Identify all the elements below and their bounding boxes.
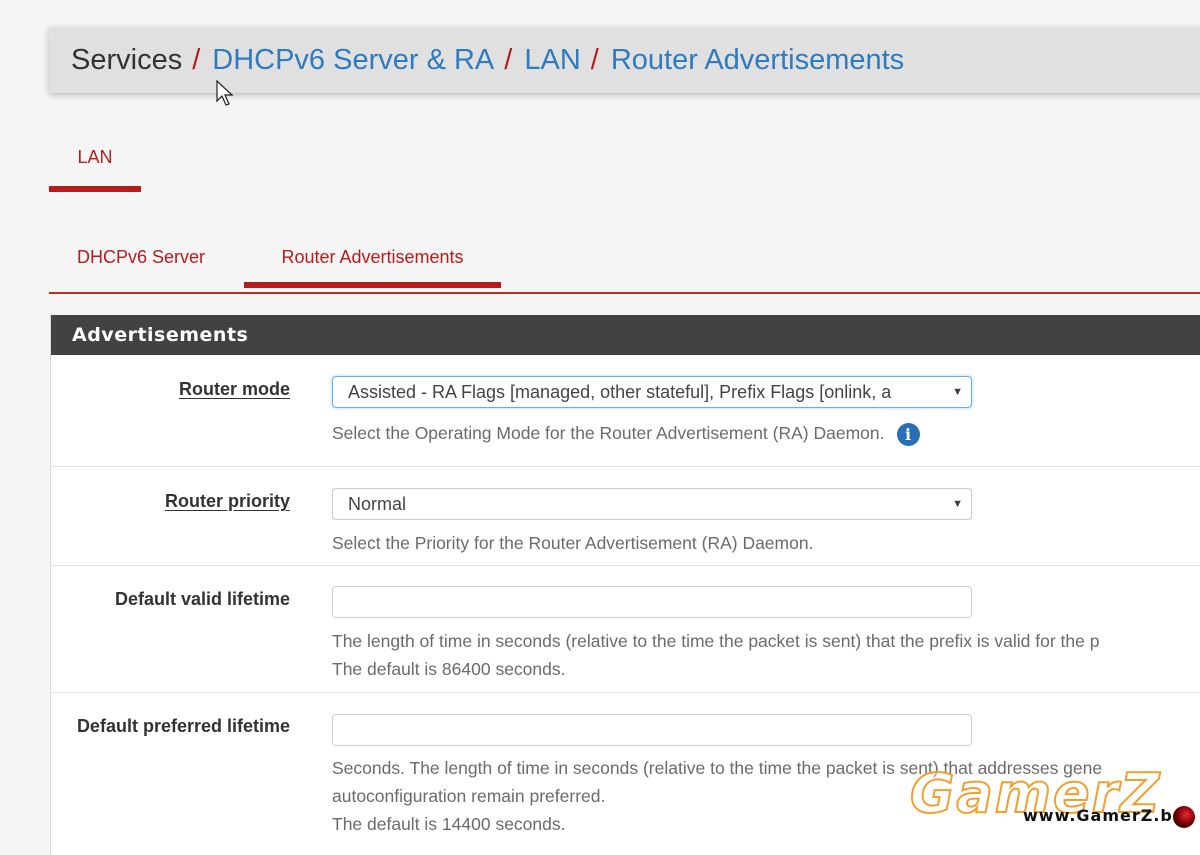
default-preferred-lifetime-label: Default preferred lifetime xyxy=(76,716,290,736)
breadcrumb-separator: / xyxy=(590,43,599,76)
default-valid-lifetime-input[interactable] xyxy=(332,586,972,618)
advertisements-panel: Advertisements Router mode Assisted - RA… xyxy=(50,315,1200,855)
panel-title: Advertisements xyxy=(51,315,1200,355)
router-mode-value: Assisted - RA Flags [managed, other stat… xyxy=(348,382,892,402)
router-priority-value: Normal xyxy=(348,494,407,514)
default-preferred-lifetime-input[interactable] xyxy=(332,714,972,746)
default-preferred-lifetime-row: Default preferred lifetime Seconds. The … xyxy=(51,693,1200,853)
chevron-down-icon: ▼ xyxy=(952,386,963,398)
breadcrumb-separator: / xyxy=(504,43,513,76)
default-valid-lifetime-help: The length of time in seconds (relative … xyxy=(332,627,1099,683)
breadcrumb-services: Services xyxy=(71,43,183,76)
breadcrumb-lan[interactable]: LAN xyxy=(524,44,580,77)
tab-dhcpv6-server[interactable]: DHCPv6 Server xyxy=(77,230,205,286)
router-priority-select[interactable]: Normal ▼ xyxy=(332,488,972,520)
router-priority-row: Router priority Normal ▼ Select the Prio… xyxy=(51,467,1200,566)
help-line: autoconfiguration remain preferred. xyxy=(332,786,606,806)
router-mode-help-text: Select the Operating Mode for the Router… xyxy=(332,423,885,443)
router-priority-label[interactable]: Router priority xyxy=(165,491,290,512)
mouse-cursor-icon xyxy=(216,80,234,106)
default-preferred-lifetime-help: Seconds. The length of time in seconds (… xyxy=(332,754,1102,838)
help-line: The length of time in seconds (relative … xyxy=(332,631,1100,651)
router-mode-help: Select the Operating Mode for the Router… xyxy=(332,419,920,447)
interface-tabs: LAN xyxy=(49,130,141,192)
router-mode-label[interactable]: Router mode xyxy=(179,379,290,400)
tab-lan[interactable]: LAN xyxy=(49,130,141,192)
router-mode-select[interactable]: Assisted - RA Flags [managed, other stat… xyxy=(332,376,972,408)
breadcrumb-router-advertisements[interactable]: Router Advertisements xyxy=(611,44,904,77)
tab-router-advertisements[interactable]: Router Advertisements xyxy=(244,230,501,288)
help-line: Seconds. The length of time in seconds (… xyxy=(332,758,1103,778)
sub-tabs: DHCPv6 Server Router Advertisements xyxy=(49,230,1200,294)
router-priority-help: Select the Priority for the Router Adver… xyxy=(332,533,814,553)
chevron-down-icon: ▼ xyxy=(952,498,963,510)
default-valid-lifetime-row: Default valid lifetime The length of tim… xyxy=(51,566,1200,693)
default-valid-lifetime-label: Default valid lifetime xyxy=(114,589,290,609)
breadcrumb-dhcpv6-server-ra[interactable]: DHCPv6 Server & RA xyxy=(212,44,494,77)
info-circle-icon[interactable]: i xyxy=(896,422,920,446)
router-mode-row: Router mode Assisted - RA Flags [managed… xyxy=(51,355,1200,467)
help-line: The default is 86400 seconds. xyxy=(332,659,566,679)
help-line: The default is 14400 seconds. xyxy=(332,814,566,834)
breadcrumb-separator: / xyxy=(192,43,201,76)
